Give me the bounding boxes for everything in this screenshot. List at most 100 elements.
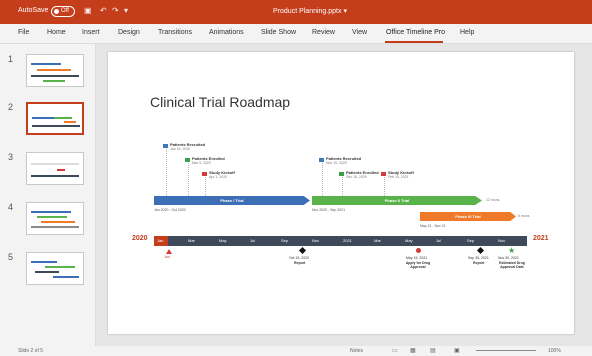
tab-home[interactable]: Home: [47, 29, 66, 36]
reading-view-icon[interactable]: ▤: [430, 347, 436, 354]
thumb-bar: [31, 226, 79, 228]
autosave-label: AutoSave: [18, 7, 49, 14]
thumb-bar: [31, 211, 71, 213]
thumb-bar: [43, 80, 65, 82]
save-icon[interactable]: ▣: [84, 6, 92, 15]
scale-month: May: [219, 238, 227, 243]
scale-year: 2021: [343, 238, 352, 243]
thumb-bar: [45, 266, 75, 268]
slide-thumbnail-5[interactable]: [26, 252, 84, 285]
tab-review[interactable]: Review: [312, 29, 335, 36]
phase-bar[interactable]: Phase III Trial: [420, 212, 516, 221]
tab-slide-show[interactable]: Slide Show: [261, 29, 296, 36]
thumb-bar: [32, 117, 54, 119]
slide-thumbnails-pane: 1 2 3 4 5: [0, 44, 96, 346]
thumb-bar: [53, 276, 79, 278]
zoom-level[interactable]: 100%: [548, 348, 561, 354]
slide-thumbnail-4[interactable]: [26, 202, 84, 235]
thumb-bar: [31, 63, 61, 65]
slide-number: 1: [8, 54, 14, 64]
tab-help[interactable]: Help: [460, 29, 474, 36]
slide[interactable]: Clinical Trial Roadmap Patients Recruite…: [108, 52, 574, 334]
undo-icon[interactable]: ↶: [100, 6, 107, 15]
milestone-date: Nov 30, 2021: [498, 256, 519, 260]
scale-month: Nov: [498, 238, 506, 243]
bar-duration: 12 mons: [486, 198, 500, 202]
milestone-connector: [342, 174, 343, 196]
thumb-bar: [35, 271, 59, 273]
milestone-date: Dec 15, 2020: [346, 175, 367, 179]
slide-thumbnail-1[interactable]: [26, 54, 84, 87]
redo-icon[interactable]: ↷: [112, 6, 119, 15]
milestone-date: Apr 1, 2020: [209, 175, 228, 179]
slide-number: 2: [8, 102, 14, 112]
active-tab-indicator: [385, 41, 443, 43]
scale-month: May: [405, 238, 413, 243]
normal-view-icon[interactable]: ▭: [392, 347, 398, 354]
scale-month: Sep: [281, 238, 289, 243]
phase-bar[interactable]: Phase II Trial: [312, 196, 482, 205]
bar-duration: 6 mons: [518, 214, 530, 218]
milestone-date: Jan: [164, 255, 170, 259]
milestone-label: Estimated Drug Approval Date: [499, 261, 525, 269]
thumb-bar: [31, 175, 79, 177]
title-bar: AutoSave Off ▣ ↶ ↷ ▾ Product Planning.pp…: [0, 0, 592, 24]
milestone-connector: [384, 174, 385, 196]
slide-editing-area: Clinical Trial Roadmap Patients Recruite…: [96, 44, 592, 346]
scale-end-year: 2021: [533, 235, 549, 242]
milestone-label: Apply for Drug Approval: [405, 261, 431, 269]
toggle-knob: [54, 9, 59, 14]
flag-icon: [381, 172, 386, 176]
milestone-date: Feb 15, 2021: [388, 175, 409, 179]
tab-insert[interactable]: Insert: [82, 29, 100, 36]
tab-file[interactable]: File: [18, 29, 29, 36]
slide-number: 3: [8, 152, 14, 162]
tab-transitions[interactable]: Transitions: [158, 29, 192, 36]
milestone-date: Jan 15, 2020: [170, 147, 191, 151]
slide-title[interactable]: Clinical Trial Roadmap: [150, 94, 290, 110]
milestone-connector: [205, 174, 206, 196]
tab-design[interactable]: Design: [118, 29, 140, 36]
milestone-date: Oct 15, 2020: [289, 256, 310, 260]
tab-view[interactable]: View: [352, 29, 367, 36]
scale-start-year: 2020: [132, 235, 148, 242]
slide-thumbnail-2[interactable]: [26, 102, 84, 135]
time-scale[interactable]: Jan Mar May Jul Sep Nov 2021 Mar May Jul…: [154, 236, 527, 246]
slide-sorter-icon[interactable]: ▦: [410, 347, 416, 354]
thumb-bar: [31, 75, 79, 77]
circle-icon[interactable]: [414, 246, 423, 255]
notes-button[interactable]: Notes: [350, 348, 363, 354]
toggle-state: Off: [61, 8, 69, 14]
tab-office-timeline-pro[interactable]: Office Timeline Pro: [386, 29, 445, 36]
flag-icon: [339, 172, 344, 176]
diamond-icon[interactable]: [476, 246, 485, 255]
diamond-icon[interactable]: [298, 246, 307, 255]
phase-bar[interactable]: Phase I Trial: [154, 196, 310, 205]
milestone-date: Sep 30, 2021: [468, 256, 489, 260]
thumb-bar: [54, 117, 72, 119]
flag-icon: [185, 158, 190, 162]
tab-animations[interactable]: Animations: [209, 29, 244, 36]
star-icon[interactable]: ★: [508, 246, 515, 255]
bar-date-range: Jan 2020 - Oct 2020: [154, 208, 186, 212]
slideshow-icon[interactable]: ▣: [454, 347, 460, 354]
thumb-bar: [57, 169, 65, 171]
milestone-date: May 15, 2021: [406, 256, 428, 260]
milestone-connector: [188, 160, 189, 196]
slide-thumbnail-3[interactable]: [26, 152, 84, 185]
scale-month: Jan: [157, 238, 164, 243]
flag-icon: [202, 172, 207, 176]
scale-month: Sep: [467, 238, 475, 243]
triangle-icon[interactable]: [166, 249, 172, 254]
zoom-slider[interactable]: [476, 350, 536, 351]
thumb-bar: [64, 121, 76, 123]
milestone-label: Report: [473, 261, 485, 265]
scale-month: Mar: [374, 238, 381, 243]
milestone-date: Mar 3, 2020: [192, 161, 211, 165]
autosave-toggle[interactable]: Off: [51, 6, 75, 17]
customize-qat-icon[interactable]: ▾: [124, 6, 128, 15]
milestone-connector: [166, 146, 167, 196]
thumb-bar: [31, 261, 57, 263]
bar-date-range: May 21 - Nov 21: [420, 224, 446, 228]
document-title[interactable]: Product Planning.pptx ▾: [230, 7, 390, 15]
